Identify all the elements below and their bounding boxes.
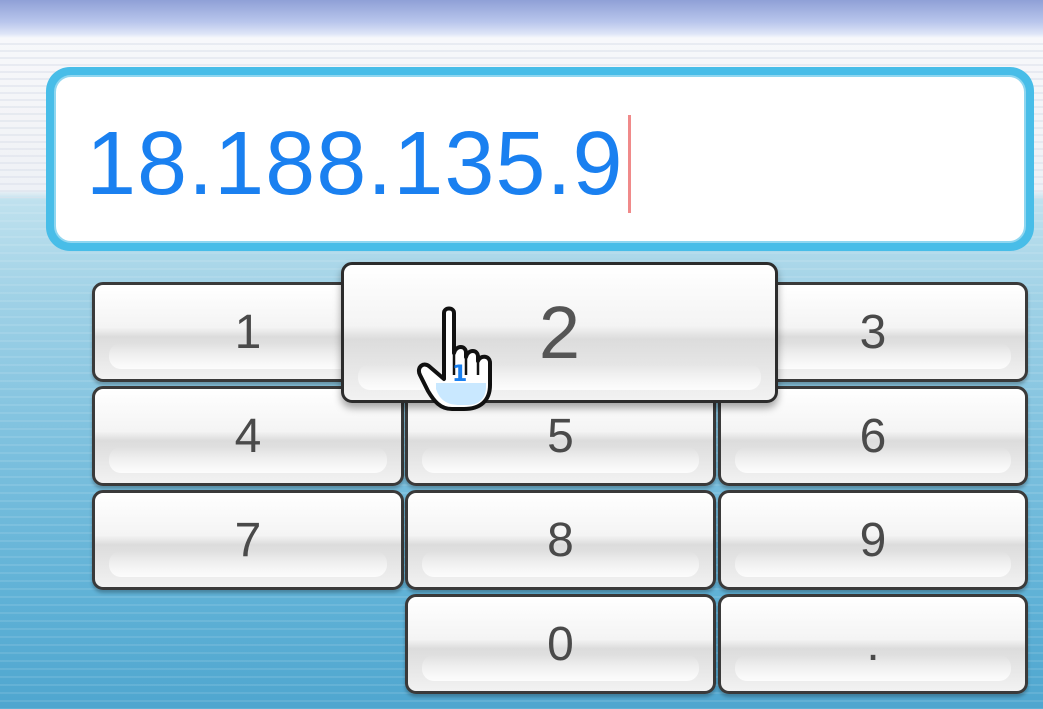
key-6-label: 6 [859, 409, 887, 463]
key-4-label: 4 [234, 409, 262, 463]
ip-address-input[interactable]: 18.188.135.9 [54, 75, 1026, 243]
key-0[interactable]: 0 [405, 594, 716, 694]
ip-address-value-row: 18.188.135.9 [86, 115, 631, 213]
key-3-label: 3 [859, 305, 887, 359]
text-caret [627, 115, 631, 213]
key-0-label: 0 [547, 617, 574, 671]
key-7[interactable]: 7 [92, 490, 404, 590]
ip-address-input-frame[interactable]: 18.188.135.9 [46, 67, 1034, 251]
hand-pointer-icon [417, 306, 492, 411]
player-number-badge: 1 [452, 362, 468, 387]
key-9[interactable]: 9 [718, 490, 1028, 590]
key-dot-label: . [866, 617, 880, 671]
key-2-label: 2 [538, 291, 581, 374]
key-9-label: 9 [859, 513, 887, 567]
ip-address-value: 18.188.135.9 [86, 114, 624, 214]
key-7-label: 7 [234, 513, 262, 567]
key-8-label: 8 [547, 513, 574, 567]
key-8[interactable]: 8 [405, 490, 716, 590]
key-2-pressed[interactable]: 2 [341, 262, 778, 403]
key-5-label: 5 [547, 409, 574, 463]
key-dot[interactable]: . [718, 594, 1028, 694]
key-1-label: 1 [234, 305, 262, 359]
